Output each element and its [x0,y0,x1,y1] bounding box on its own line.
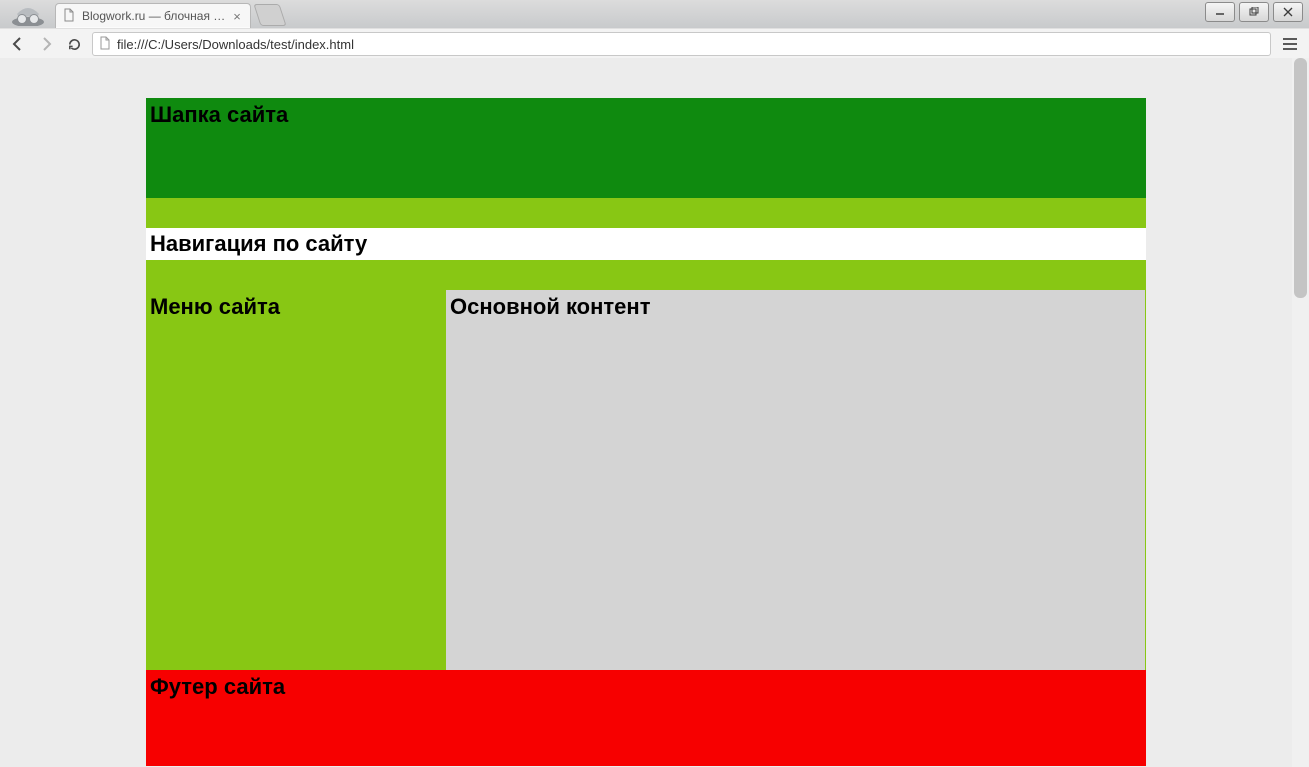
url-text: file:///C:/Users/Downloads/test/index.ht… [117,37,354,52]
site-nav: Навигация по сайту [146,228,1146,260]
middle-row: Меню сайта Основной контент [146,290,1146,670]
close-tab-icon[interactable]: × [230,10,244,23]
back-button[interactable] [8,34,28,54]
site-nav-title: Навигация по сайту [146,231,367,257]
page-icon [99,36,111,53]
tab-title: Blogwork.ru — блочная вер [82,9,230,23]
window-controls [1205,2,1303,22]
menu-button[interactable] [1279,33,1301,55]
maximize-button[interactable] [1239,2,1269,22]
browser-tab[interactable]: Blogwork.ru — блочная вер × [55,3,251,28]
page-viewport: Шапка сайта Навигация по сайту Меню сайт… [0,58,1292,767]
site-sidebar: Меню сайта [146,290,446,670]
vertical-scrollbar[interactable] [1291,58,1309,767]
scrollbar-thumb[interactable] [1294,58,1307,298]
site-content: Основной контент [446,290,1145,670]
browser-chrome: Blogwork.ru — блочная вер × file:///C:/U… [0,0,1309,60]
reload-button[interactable] [64,34,84,54]
forward-button[interactable] [36,34,56,54]
site-header-title: Шапка сайта [146,98,1146,128]
address-bar[interactable]: file:///C:/Users/Downloads/test/index.ht… [92,32,1271,56]
site-footer-title: Футер сайта [146,670,1146,700]
minimize-button[interactable] [1205,2,1235,22]
gap-1 [146,198,1146,228]
new-tab-button[interactable] [253,4,286,26]
tab-strip: Blogwork.ru — блочная вер × [0,0,1309,28]
page-container: Шапка сайта Навигация по сайту Меню сайт… [146,98,1146,766]
incognito-icon [0,0,55,28]
page-icon [62,8,76,25]
site-content-title: Основной контент [446,290,1145,320]
site-header: Шапка сайта [146,98,1146,198]
close-window-button[interactable] [1273,2,1303,22]
gap-2 [146,260,1146,290]
site-sidebar-title: Меню сайта [146,290,446,320]
site-footer: Футер сайта [146,670,1146,766]
browser-toolbar: file:///C:/Users/Downloads/test/index.ht… [0,28,1309,60]
